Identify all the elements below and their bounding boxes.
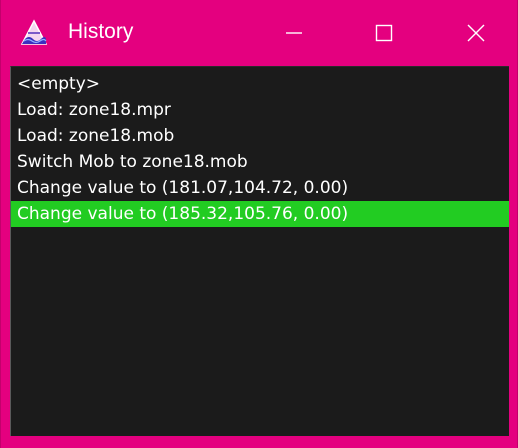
minimize-icon <box>286 32 302 34</box>
maximize-icon <box>375 24 393 42</box>
history-list-panel[interactable]: <empty> Load: zone18.mpr Load: zone18.mo… <box>10 66 509 436</box>
history-item[interactable]: Switch Mob to zone18.mob <box>11 149 509 175</box>
app-icon <box>20 19 48 45</box>
close-icon <box>467 24 485 42</box>
history-item-selected[interactable]: Change value to (185.32,105.76, 0.00) <box>11 201 509 227</box>
history-window: History <empty> Load: zone18.mpr Load: z… <box>0 0 518 448</box>
window-bottom-border <box>1 436 517 448</box>
maximize-button[interactable] <box>353 0 415 66</box>
title-bar[interactable]: History <box>1 0 517 66</box>
history-item[interactable]: Change value to (181.07,104.72, 0.00) <box>11 175 509 201</box>
history-item[interactable]: Load: zone18.mob <box>11 123 509 149</box>
close-button[interactable] <box>445 0 507 66</box>
minimize-button[interactable] <box>263 0 325 66</box>
window-title: History <box>68 20 134 43</box>
history-item[interactable]: <empty> <box>11 71 509 97</box>
history-list[interactable]: <empty> Load: zone18.mpr Load: zone18.mo… <box>11 71 509 227</box>
history-item[interactable]: Load: zone18.mpr <box>11 97 509 123</box>
